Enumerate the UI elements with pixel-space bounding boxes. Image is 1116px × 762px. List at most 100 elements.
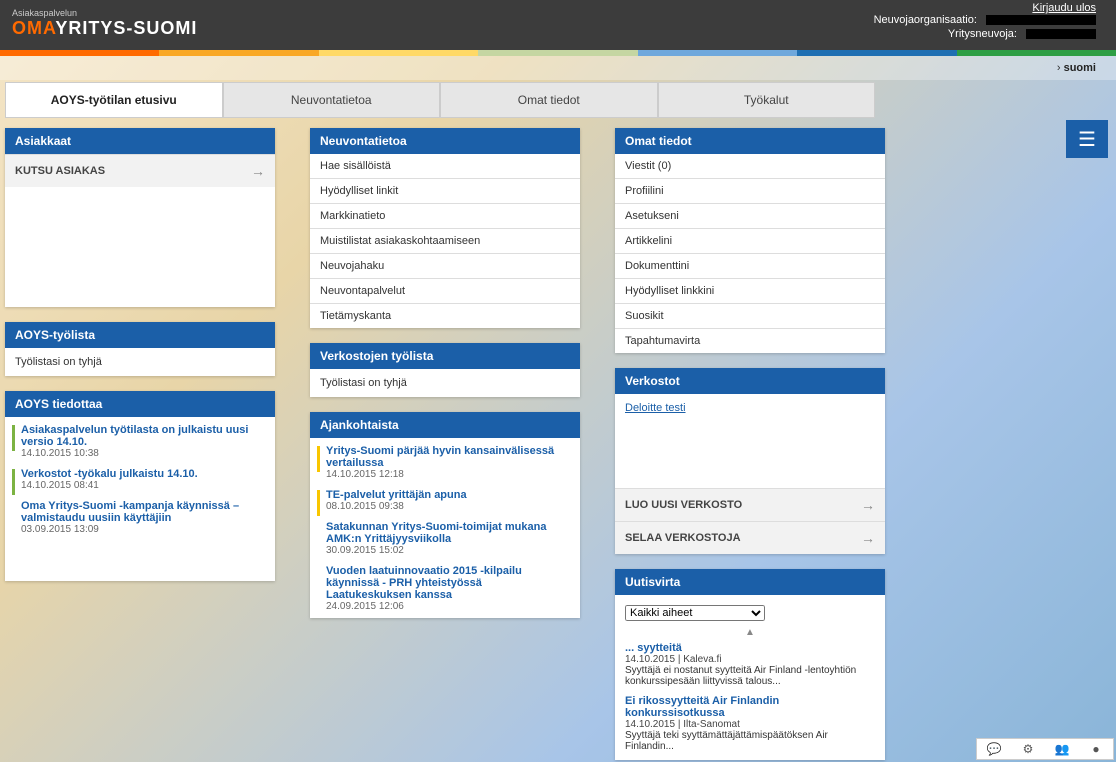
logo-subtitle: Asiakaspalvelun — [12, 8, 197, 18]
nav-hyodylliset-linkit[interactable]: Hyödylliset linkit — [310, 179, 580, 204]
feed-collapse-icon[interactable]: ▲ — [619, 627, 881, 638]
news-item: Asiakaspalvelun työtilasta on julkaistu … — [9, 421, 271, 465]
news-date: 14.10.2015 12:18 — [326, 469, 570, 480]
nav-dokumenttini[interactable]: Dokumenttini — [615, 254, 885, 279]
news-title[interactable]: Asiakaspalvelun työtilasta on julkaistu … — [21, 424, 265, 448]
panel-ajankohtaista: Ajankohtaista Yritys-Suomi pärjää hyvin … — [310, 412, 580, 618]
panel-tiedottaa-header: AOYS tiedottaa — [5, 391, 275, 417]
panel-verkostot-header: Verkostot — [615, 368, 885, 394]
priority-bar-icon — [12, 425, 15, 451]
language-row: › suomi — [0, 56, 1116, 80]
panel-verkostotyo: Verkostojen työlista Työlistasi on tyhjä — [310, 343, 580, 397]
verkosto-link[interactable]: Deloitte testi — [625, 402, 686, 414]
nav-tietamyskanta[interactable]: Tietämyskanta — [310, 304, 580, 328]
news-date: 30.09.2015 15:02 — [326, 545, 570, 556]
news-item: Yritys-Suomi pärjää hyvin kansainvälises… — [314, 442, 576, 486]
nav-suosikit[interactable]: Suosikit — [615, 304, 885, 329]
nav-artikkelini[interactable]: Artikkelini — [615, 229, 885, 254]
news-title[interactable]: Vuoden laatuinnovaatio 2015 -kilpailu kä… — [326, 565, 570, 601]
panel-ajankohtaista-header: Ajankohtaista — [310, 412, 580, 438]
panel-tyolista: AOYS-työlista Työlistasi on tyhjä — [5, 322, 275, 376]
tab-omat[interactable]: Omat tiedot — [440, 82, 658, 118]
main-tabs: AOYS-työtilan etusivu Neuvontatietoa Oma… — [5, 82, 875, 118]
panel-verkostotyo-header: Verkostojen työlista — [310, 343, 580, 369]
nav-neuvontapalvelut[interactable]: Neuvontapalvelut — [310, 279, 580, 304]
header-info: Kirjaudu ulos Neuvojaorganisaatio: Yrity… — [816, 2, 1096, 42]
news-item: Oma Yritys-Suomi -kampanja käynnissä – v… — [9, 497, 271, 541]
advisor-value-redacted — [1026, 29, 1096, 39]
priority-bar-icon — [12, 469, 15, 495]
news-date: 03.09.2015 13:09 — [21, 524, 265, 535]
logo-main: OMAYRITYS-SUOMI — [12, 18, 197, 39]
create-network-label: LUO UUSI VERKOSTO — [625, 499, 742, 511]
panel-neuvonta-header: Neuvontatietoa — [310, 128, 580, 154]
top-header: Asiakaspalvelun OMAYRITYS-SUOMI Kirjaudu… — [0, 0, 1116, 50]
browse-networks-label: SELAA VERKOSTOJA — [625, 532, 741, 544]
news-date: 14.10.2015 10:38 — [21, 448, 265, 459]
news-date: 24.09.2015 12:06 — [326, 601, 570, 612]
news-item: Satakunnan Yritys-Suomi-toimijat mukana … — [314, 518, 576, 562]
news-date: 14.10.2015 08:41 — [21, 480, 265, 491]
side-menu-button[interactable]: ☰ — [1066, 120, 1108, 158]
panel-asiakkaat-header: Asiakkaat — [5, 128, 275, 154]
news-title[interactable]: Yritys-Suomi pärjää hyvin kansainvälises… — [326, 445, 570, 469]
lang-current[interactable]: suomi — [1064, 62, 1096, 74]
panel-omat: Omat tiedot Viestit (0) Profiilini Asetu… — [615, 128, 885, 353]
feed-item: ... syytteitä 14.10.2015 | Kaleva.fi Syy… — [619, 638, 881, 691]
news-date: 08.10.2015 09:38 — [326, 501, 570, 512]
color-bar — [0, 50, 1116, 56]
nav-viestit[interactable]: Viestit (0) — [615, 154, 885, 179]
gear-icon[interactable]: ⚙ — [1011, 742, 1045, 756]
panel-omat-header: Omat tiedot — [615, 128, 885, 154]
nav-profiilini[interactable]: Profiilini — [615, 179, 885, 204]
panel-uutisvirta: Uutisvirta Kaikki aiheet ▲ ... syytteitä… — [615, 569, 885, 760]
tab-tyokalut[interactable]: Työkalut — [658, 82, 876, 118]
browse-networks-button[interactable]: SELAA VERKOSTOJA → — [615, 521, 885, 554]
bottom-toolbar: 💬 ⚙ 👥 ● — [976, 738, 1114, 760]
panel-tyolista-header: AOYS-työlista — [5, 322, 275, 348]
nav-markkinatieto[interactable]: Markkinatieto — [310, 204, 580, 229]
status-dot-icon[interactable]: ● — [1079, 742, 1113, 756]
users-icon[interactable]: 👥 — [1045, 742, 1079, 756]
feed-title[interactable]: ... syytteitä — [625, 642, 875, 654]
tyolista-empty: Työlistasi on tyhjä — [5, 348, 275, 376]
advisor-label: Yritysneuvoja: — [948, 28, 1017, 40]
news-title[interactable]: TE-palvelut yrittäjän apuna — [326, 489, 570, 501]
news-item: Verkostot -työkalu julkaistu 14.10. 14.1… — [9, 465, 271, 497]
logo-prefix: OMA — [12, 18, 55, 38]
hamburger-icon: ☰ — [1078, 127, 1096, 152]
panel-verkostot: Verkostot Deloitte testi LUO UUSI VERKOS… — [615, 368, 885, 554]
nav-linkkini[interactable]: Hyödylliset linkkini — [615, 279, 885, 304]
feed-desc: Syyttäjä ei nostanut syytteitä Air Finla… — [625, 665, 875, 687]
feed-item: Ei rikossyytteitä Air Finlandin konkurss… — [619, 691, 881, 756]
feed-topic-select[interactable]: Kaikki aiheet — [625, 605, 765, 621]
create-network-button[interactable]: LUO UUSI VERKOSTO → — [615, 488, 885, 521]
arrow-right-icon: → — [251, 163, 265, 179]
chat-icon[interactable]: 💬 — [977, 742, 1011, 756]
feed-title[interactable]: Ei rikossyytteitä Air Finlandin konkurss… — [625, 695, 875, 719]
tiedottaa-scroll[interactable]: Asiakaspalvelun työtilasta on julkaistu … — [5, 417, 275, 545]
uutisvirta-scroll[interactable]: Kaikki aiheet ▲ ... syytteitä 14.10.2015… — [615, 595, 885, 760]
news-title[interactable]: Satakunnan Yritys-Suomi-toimijat mukana … — [326, 521, 570, 545]
tab-neuvonta[interactable]: Neuvontatietoa — [223, 82, 441, 118]
news-item: Vuoden laatuinnovaatio 2015 -kilpailu kä… — [314, 562, 576, 618]
panel-uutisvirta-header: Uutisvirta — [615, 569, 885, 595]
priority-bar-icon — [317, 490, 320, 516]
nav-asetukseni[interactable]: Asetukseni — [615, 204, 885, 229]
priority-bar-icon — [317, 446, 320, 472]
feed-desc: Syyttäjä teki syyttämättäjättämispäätöks… — [625, 730, 875, 752]
logo: Asiakaspalvelun OMAYRITYS-SUOMI — [12, 8, 197, 39]
nav-tapahtumavirta[interactable]: Tapahtumavirta — [615, 329, 885, 353]
tab-home[interactable]: AOYS-työtilan etusivu — [5, 82, 223, 118]
panel-tiedottaa: AOYS tiedottaa Asiakaspalvelun työtilast… — [5, 391, 275, 581]
news-title[interactable]: Verkostot -työkalu julkaistu 14.10. — [21, 468, 265, 480]
nav-muistilistat[interactable]: Muistilistat asiakaskohtaamiseen — [310, 229, 580, 254]
ajankohtaista-scroll[interactable]: Yritys-Suomi pärjää hyvin kansainvälises… — [310, 438, 580, 618]
invite-customer-button[interactable]: KUTSU ASIAKAS → — [5, 154, 275, 187]
news-title[interactable]: Oma Yritys-Suomi -kampanja käynnissä – v… — [21, 500, 265, 524]
nav-hae-sisalloista[interactable]: Hae sisällöistä — [310, 154, 580, 179]
arrow-right-icon: → — [861, 497, 875, 513]
logout-link[interactable]: Kirjaudu ulos — [1032, 2, 1096, 14]
invite-label: KUTSU ASIAKAS — [15, 165, 105, 177]
nav-neuvojahaku[interactable]: Neuvojahaku — [310, 254, 580, 279]
